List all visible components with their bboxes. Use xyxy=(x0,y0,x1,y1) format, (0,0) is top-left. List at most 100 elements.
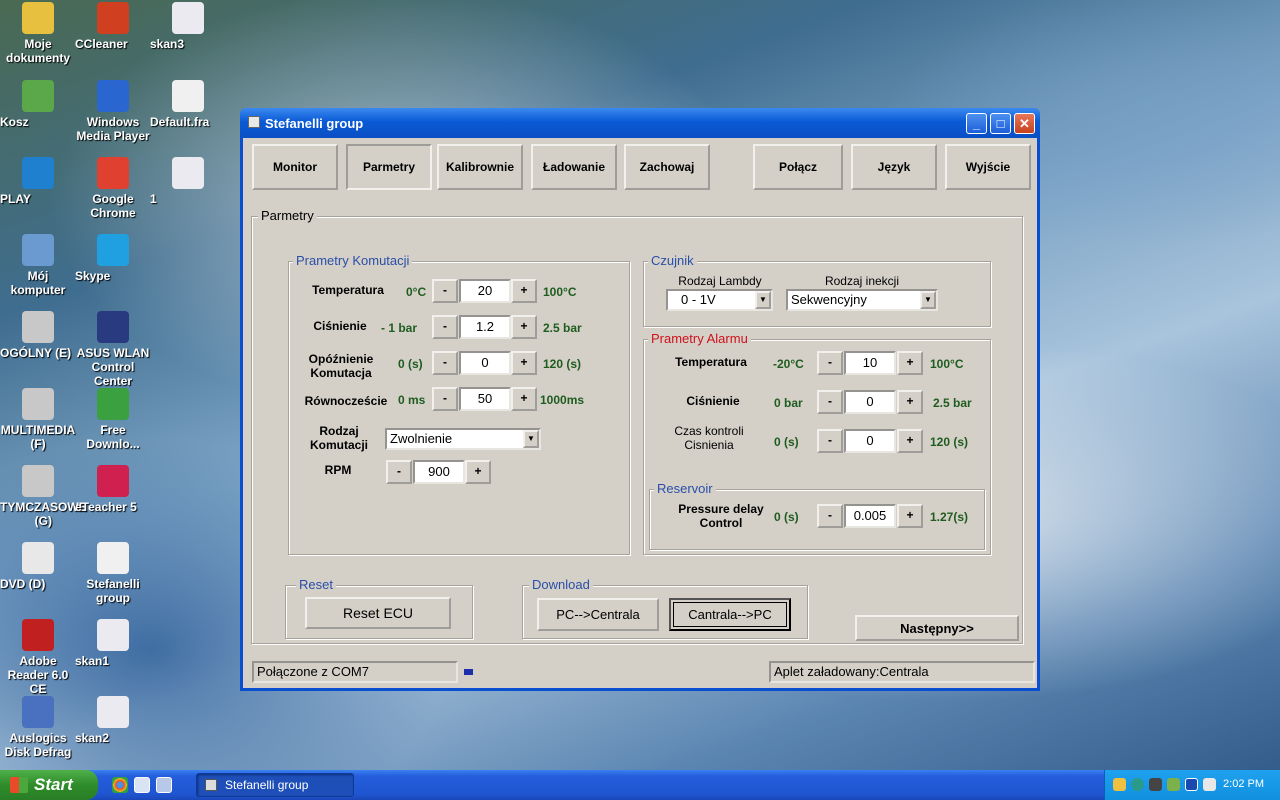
show-desktop-icon[interactable] xyxy=(156,777,172,793)
reset-ecu-button[interactable]: Reset ECU xyxy=(305,597,451,629)
tray-app-icon[interactable] xyxy=(1185,778,1198,791)
monitor-button[interactable]: Monitor xyxy=(252,144,338,190)
inekcja-select[interactable]: Sekwencyjny ▼ xyxy=(786,289,938,311)
reservoir-field[interactable]: 0.005 xyxy=(844,504,896,528)
ladowanie-button[interactable]: Ładowanie xyxy=(531,144,617,190)
komutacja-cisnienie-min: - 1 bar xyxy=(381,321,418,335)
next-button[interactable]: Następny>> xyxy=(855,615,1019,641)
desktop-icon[interactable]: skan1 xyxy=(75,619,151,668)
lambda-select[interactable]: 0 - 1V ▼ xyxy=(666,289,773,311)
taskbar-stefanelli-label: Stefanelli group xyxy=(225,778,309,792)
rpm-minus[interactable]: - xyxy=(386,460,412,484)
alarm-czas-plus[interactable]: + xyxy=(897,429,923,453)
desktop-icon[interactable]: OGÓLNY (E) xyxy=(0,311,76,360)
komutacja-rownoczesnie-max: 1000ms xyxy=(540,393,585,407)
desktop-icon[interactable]: Kosz xyxy=(0,80,76,129)
alarm-cisnienie-plus[interactable]: + xyxy=(897,390,923,414)
desktop-icon[interactable]: TYMCZASOWE (G) xyxy=(0,465,87,528)
tray-app-icon[interactable] xyxy=(1167,778,1180,791)
desktop-icon[interactable]: Skype xyxy=(75,234,151,283)
desktop-icon[interactable]: Auslogics Disk Defrag xyxy=(0,696,76,759)
drive-icon xyxy=(22,465,54,497)
alarm-temp-min: -20°C xyxy=(773,357,804,371)
rpm-field[interactable]: 900 xyxy=(413,460,465,484)
asus-wlan-icon xyxy=(97,311,129,343)
desktop-icon-label: Adobe Reader 6.0 CE xyxy=(7,654,69,696)
komutacja-temp-plus[interactable]: + xyxy=(511,279,537,303)
polacz-button[interactable]: Połącz xyxy=(753,144,843,190)
centrala-to-pc-button[interactable]: Cantrala-->PC xyxy=(669,598,791,631)
alarm-title: Prametry Alarmu xyxy=(648,331,751,346)
desktop-icon[interactable]: skan3 xyxy=(150,2,226,51)
drive-icon xyxy=(22,388,54,420)
taskbar-stefanelli-button[interactable]: Stefanelli group xyxy=(196,773,354,797)
pc-to-centrala-button[interactable]: PC-->Centrala xyxy=(537,598,659,631)
desktop-icon[interactable]: CCleaner xyxy=(75,2,151,51)
rpm-plus[interactable]: + xyxy=(465,460,491,484)
komutacja-cisnienie-minus[interactable]: - xyxy=(432,315,458,339)
dropdown-arrow-icon[interactable]: ▼ xyxy=(920,291,936,309)
komutacja-opoznienie-minus[interactable]: - xyxy=(432,351,458,375)
explorer-quicklaunch-icon[interactable] xyxy=(134,777,150,793)
zachowaj-button[interactable]: Zachowaj xyxy=(624,144,710,190)
minimize-button[interactable]: _ xyxy=(966,113,987,134)
desktop-icon[interactable]: 1 xyxy=(150,157,226,206)
alarm-cisnienie-minus[interactable]: - xyxy=(817,390,843,414)
komutacja-opoznienie-plus[interactable]: + xyxy=(511,351,537,375)
desktop-icon[interactable]: Windows Media Player xyxy=(75,80,151,143)
desktop-icon[interactable]: Moje dokumenty xyxy=(0,2,76,65)
alarm-temp-plus[interactable]: + xyxy=(897,351,923,375)
dropdown-arrow-icon[interactable]: ▼ xyxy=(755,291,771,309)
network-icon[interactable] xyxy=(1131,778,1144,791)
desktop-icon[interactable]: eTeacher 5 xyxy=(75,465,151,514)
desktop-icon[interactable]: MULTIMEDIA (F) xyxy=(0,388,76,451)
alarm-temp-field[interactable]: 10 xyxy=(844,351,896,375)
desktop-icon[interactable]: Adobe Reader 6.0 CE xyxy=(0,619,76,696)
rodzaj-komutacji-label: Rodzaj Komutacji xyxy=(309,424,368,452)
komutacja-rownoczesnie-field[interactable]: 50 xyxy=(459,387,511,411)
komutacja-opoznienie-field[interactable]: 0 xyxy=(459,351,511,375)
close-button[interactable]: ✕ xyxy=(1014,113,1035,134)
reservoir-plus[interactable]: + xyxy=(897,504,923,528)
desktop-icon[interactable]: skan2 xyxy=(75,696,151,745)
tray-app-icon[interactable] xyxy=(1149,778,1162,791)
komutacja-rownoczesnie-plus[interactable]: + xyxy=(511,387,537,411)
desktop-icon-label: 1 xyxy=(150,192,157,206)
parametry-button[interactable]: Parmetry xyxy=(346,144,432,190)
file-icon xyxy=(172,2,204,34)
komutacja-temp-field[interactable]: 20 xyxy=(459,279,511,303)
alarm-czas-field[interactable]: 0 xyxy=(844,429,896,453)
komutacja-rownoczesnie-minus[interactable]: - xyxy=(432,387,458,411)
alarm-temp-minus[interactable]: - xyxy=(817,351,843,375)
desktop-icon[interactable]: Default.fra xyxy=(150,80,226,129)
rodzaj-komutacji-select[interactable]: Zwolnienie ▼ xyxy=(385,428,541,450)
alarm-czas-minus[interactable]: - xyxy=(817,429,843,453)
desktop-icon[interactable]: ASUS WLAN Control Center xyxy=(75,311,151,388)
kalibrownie-button[interactable]: Kalibrownie xyxy=(437,144,523,190)
desktop-icon[interactable]: Stefanelli group xyxy=(75,542,151,605)
alarm-czas-label: Czas kontroli Cisnienia xyxy=(674,424,744,452)
komutacja-temp-minus[interactable]: - xyxy=(432,279,458,303)
alarm-cisnienie-min: 0 bar xyxy=(774,396,803,410)
desktop-icon[interactable]: Mój komputer xyxy=(0,234,76,297)
alarm-cisnienie-field[interactable]: 0 xyxy=(844,390,896,414)
chrome-quicklaunch-icon[interactable] xyxy=(112,777,128,793)
desktop-icon[interactable]: Free Downlo... xyxy=(75,388,151,451)
activity-indicator xyxy=(464,669,473,675)
jezyk-button[interactable]: Język xyxy=(851,144,937,190)
czujnik-title: Czujnik xyxy=(648,253,697,268)
dropdown-arrow-icon[interactable]: ▼ xyxy=(523,430,539,448)
reservoir-minus[interactable]: - xyxy=(817,504,843,528)
desktop-icon[interactable]: PLAY xyxy=(0,157,76,206)
title-bar[interactable]: Stefanelli group _ □ ✕ xyxy=(240,108,1040,138)
maximize-button[interactable]: □ xyxy=(990,113,1011,134)
desktop-icon[interactable]: Google Chrome xyxy=(75,157,151,220)
start-button[interactable]: Start xyxy=(0,770,98,800)
komutacja-cisnienie-plus[interactable]: + xyxy=(511,315,537,339)
volume-icon[interactable] xyxy=(1203,778,1216,791)
komutacja-cisnienie-field[interactable]: 1.2 xyxy=(459,315,511,339)
tray-app-icon[interactable] xyxy=(1113,778,1126,791)
wyjscie-button[interactable]: Wyjście xyxy=(945,144,1031,190)
desktop-icon[interactable]: DVD (D) xyxy=(0,542,76,591)
rpm-label: RPM xyxy=(324,463,352,477)
